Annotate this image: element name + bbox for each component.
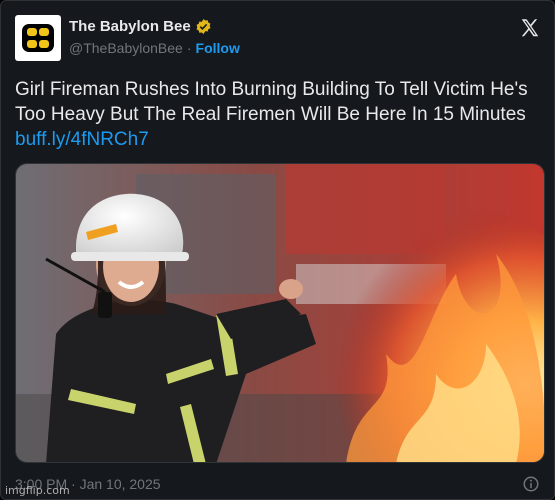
x-logo-icon[interactable] [519,17,541,39]
verified-badge-icon [195,18,212,35]
avatar[interactable] [15,15,61,61]
tweet-card: The Babylon Bee @TheBabylonBee · Follow … [0,0,555,500]
tweet-text: Girl Fireman Rushes Into Burning Buildin… [15,77,535,152]
follow-button[interactable]: Follow [196,40,240,56]
tweet-link[interactable]: buff.ly/4fNRCh7 [15,129,149,150]
imgflip-watermark: imgflip.com [5,484,70,497]
tweet-footer: 3:00 PM · Jan 10, 2025 [15,474,540,494]
separator-dot: · [186,40,192,56]
tweet-header: The Babylon Bee @TheBabylonBee · Follow [15,15,240,61]
account-handle[interactable]: @TheBabylonBee [69,40,183,56]
bee-logo-icon [22,24,54,52]
display-name[interactable]: The Babylon Bee [69,18,191,35]
info-icon[interactable] [522,475,540,493]
firefighter-photo [16,164,544,462]
tweet-body: Girl Fireman Rushes Into Burning Buildin… [15,79,528,125]
tweet-media-image[interactable] [15,163,545,463]
